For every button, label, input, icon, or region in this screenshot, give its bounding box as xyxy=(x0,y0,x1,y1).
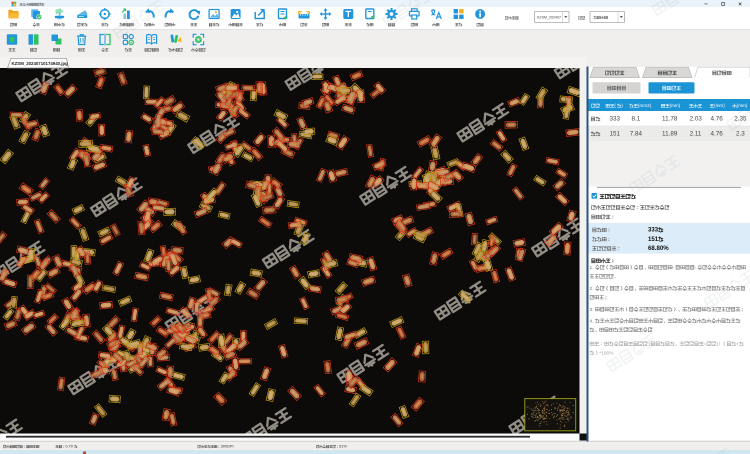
svg-text:2.11: 2.11 xyxy=(690,131,702,138)
svg-text:4.: 4. xyxy=(590,318,594,324)
svg-text:8.1: 8.1 xyxy=(631,116,640,123)
svg-text:300DPI: 300DPI xyxy=(221,444,234,449)
svg-text:0.70: 0.70 xyxy=(65,444,73,449)
svg-text:2.: 2. xyxy=(590,286,594,292)
svg-text:51%: 51% xyxy=(339,444,347,449)
svg-text:333: 333 xyxy=(609,116,620,123)
svg-text:4.76: 4.76 xyxy=(710,131,723,138)
svg-text:68.80%: 68.80% xyxy=(648,245,669,252)
svg-text:(mm): (mm) xyxy=(670,103,681,108)
svg-text:11.89: 11.89 xyxy=(662,131,678,138)
svg-text:7.84: 7.84 xyxy=(630,131,643,138)
svg-text:(mm2): (mm2) xyxy=(638,103,652,108)
svg-text:333: 333 xyxy=(648,227,659,234)
svg-text:=: = xyxy=(704,342,707,347)
svg-text:+: + xyxy=(736,342,739,347)
svg-text:11.78: 11.78 xyxy=(662,116,678,123)
svg-text:151: 151 xyxy=(609,131,620,138)
svg-text:KZSM_20240710174940.jpg: KZSM_20240710174940.jpg xyxy=(12,61,69,66)
svg-text:1/: 1/ xyxy=(716,341,721,347)
svg-text:3.: 3. xyxy=(590,307,594,313)
svg-text:*100%: *100% xyxy=(599,350,614,356)
svg-text:2.03: 2.03 xyxy=(690,116,703,123)
svg-text:2.3: 2.3 xyxy=(736,131,745,138)
svg-text:1.: 1. xyxy=(590,265,594,271)
svg-text:4.76: 4.76 xyxy=(710,116,723,123)
svg-text:KZSM_202407: KZSM_202407 xyxy=(537,16,561,20)
svg-text:151: 151 xyxy=(648,236,659,243)
svg-text:(mm): (mm) xyxy=(714,103,725,108)
